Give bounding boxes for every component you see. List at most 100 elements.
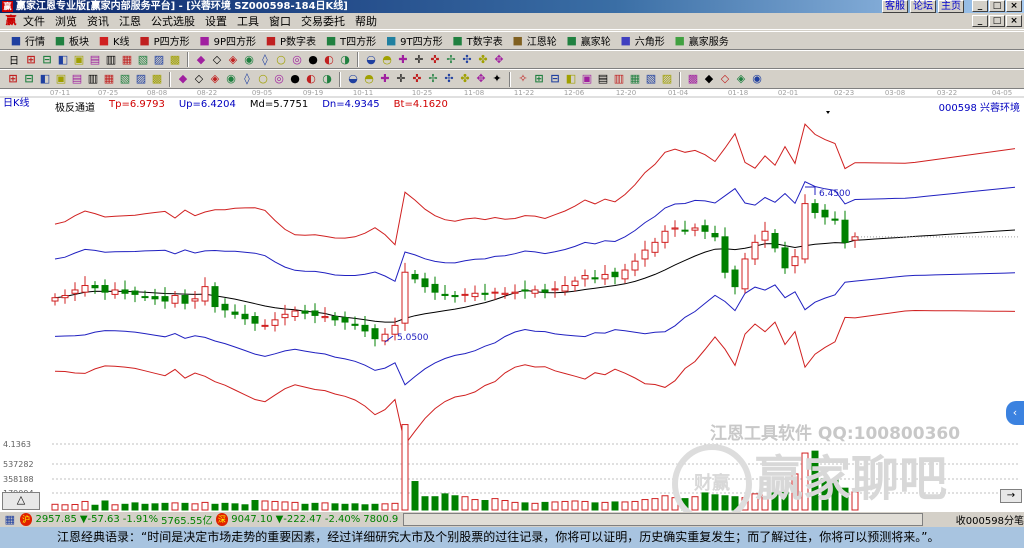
percent-icon[interactable]: ✧ bbox=[516, 72, 530, 86]
section-icon[interactable]: ✚ bbox=[396, 53, 410, 67]
arc-icon[interactable]: ▥ bbox=[86, 72, 100, 86]
gold-line-icon[interactable]: ◧ bbox=[38, 72, 52, 86]
fib-fan-icon[interactable]: ▧ bbox=[644, 72, 658, 86]
cycle-icon[interactable]: ◐ bbox=[304, 72, 318, 86]
fan3-icon[interactable]: ✦ bbox=[490, 72, 504, 86]
collapse-button[interactable]: △ bbox=[2, 492, 40, 510]
menu-window[interactable]: 窗口 bbox=[264, 13, 296, 29]
triangle-icon[interactable]: ▤ bbox=[596, 72, 610, 86]
gann-circle-icon[interactable]: ◇ bbox=[192, 72, 206, 86]
calendar-icon[interactable]: ✜ bbox=[428, 53, 442, 67]
rect-icon[interactable]: ◑ bbox=[320, 72, 334, 86]
fan2-icon[interactable]: ◒ bbox=[346, 72, 360, 86]
weight-icon[interactable]: ▧ bbox=[136, 53, 150, 67]
grid3-icon[interactable]: ✣ bbox=[442, 72, 456, 86]
toolbar-button-p-number-table[interactable]: ■ P数字表 bbox=[261, 33, 319, 49]
fib-icon[interactable]: ◎ bbox=[272, 72, 286, 86]
toolbar-button-gann-wheel[interactable]: ■ 江恩轮 bbox=[508, 33, 560, 49]
diamond-left-icon[interactable]: ○ bbox=[274, 53, 288, 67]
toolbar-button-winner-wheel[interactable]: ■ 赢家轮 bbox=[562, 33, 614, 49]
diamond-zoom-out-icon[interactable]: ◐ bbox=[322, 53, 336, 67]
angle-line-icon[interactable]: ✛ bbox=[394, 72, 408, 86]
menu-trade[interactable]: 交易委托 bbox=[296, 13, 350, 29]
diamond-down-icon[interactable]: ◊ bbox=[258, 53, 272, 67]
menu-file[interactable]: 文件 bbox=[18, 13, 50, 29]
report-icon[interactable]: ✣ bbox=[460, 53, 474, 67]
self-select-icon[interactable]: ◧ bbox=[56, 53, 70, 67]
dropdown-icon[interactable]: ▦ bbox=[120, 53, 134, 67]
hand-icon[interactable]: ◑ bbox=[338, 53, 352, 67]
angle-fan-icon[interactable]: ▦ bbox=[628, 72, 642, 86]
indicator2-icon[interactable]: ▤ bbox=[88, 53, 102, 67]
wave2-icon[interactable]: ✜ bbox=[410, 72, 424, 86]
fan-icon[interactable]: ○ bbox=[256, 72, 270, 86]
compass-icon[interactable]: ✛ bbox=[412, 53, 426, 67]
n2-icon[interactable]: ▩ bbox=[150, 72, 164, 86]
fan4-icon[interactable]: ▨ bbox=[660, 72, 674, 86]
percent-line-icon[interactable]: ⊞ bbox=[532, 72, 546, 86]
toolbar-button-9t-square[interactable]: ■ 9T四方形 bbox=[381, 33, 445, 49]
home-link[interactable]: 主页 bbox=[938, 0, 964, 13]
service-link[interactable]: 客服 bbox=[882, 0, 908, 13]
diamond-zoom-in-icon[interactable]: ● bbox=[306, 53, 320, 67]
menu-formula[interactable]: 公式选股 bbox=[146, 13, 200, 29]
child-close-button[interactable]: × bbox=[1006, 15, 1022, 27]
menu-settings[interactable]: 设置 bbox=[200, 13, 232, 29]
gold-line2-icon[interactable]: ▣ bbox=[54, 72, 68, 86]
calculator-icon[interactable]: ✢ bbox=[444, 53, 458, 67]
prev-icon[interactable]: ◇ bbox=[210, 53, 224, 67]
crosshair-icon[interactable]: ◒ bbox=[364, 53, 378, 67]
star-icon[interactable]: ◈ bbox=[208, 72, 222, 86]
side-panel-tab[interactable]: ‹ bbox=[1006, 401, 1024, 425]
menu-browse[interactable]: 浏览 bbox=[50, 13, 82, 29]
table-icon[interactable]: ✥ bbox=[474, 72, 488, 86]
speed-icon[interactable]: ▣ bbox=[580, 72, 594, 86]
diamond-up-icon[interactable]: ◉ bbox=[242, 53, 256, 67]
horizontal-scrollbar[interactable] bbox=[403, 513, 923, 526]
truck-icon[interactable]: ✥ bbox=[492, 53, 506, 67]
gold-bar-icon[interactable]: ▥ bbox=[612, 72, 626, 86]
last-icon[interactable]: ◆ bbox=[194, 53, 208, 67]
parallel-icon[interactable]: ⊟ bbox=[22, 72, 36, 86]
pen-icon[interactable]: ⊞ bbox=[6, 72, 20, 86]
toolbar-button-kline[interactable]: ■ K线 bbox=[94, 33, 133, 49]
stamp-icon[interactable]: ▦ bbox=[102, 72, 116, 86]
child-minimize-button[interactable]: _ bbox=[972, 15, 988, 27]
toolbar-button-t-square[interactable]: ■ T四方形 bbox=[321, 33, 379, 49]
grid-lines-icon[interactable]: ▨ bbox=[134, 72, 148, 86]
forum-link[interactable]: 论坛 bbox=[910, 0, 936, 13]
dropdown-icon[interactable]: ⊞ bbox=[24, 53, 38, 67]
next-icon[interactable]: ◈ bbox=[226, 53, 240, 67]
square-fan2-icon[interactable]: ✚ bbox=[378, 72, 392, 86]
yin-yang-icon[interactable]: ◈ bbox=[734, 72, 748, 86]
reverse-icon[interactable]: ▩ bbox=[686, 72, 700, 86]
infinity-icon[interactable]: ◉ bbox=[750, 72, 764, 86]
toolbar-button-t-number-table[interactable]: ■ T数字表 bbox=[448, 33, 506, 49]
menu-help[interactable]: 帮助 bbox=[350, 13, 382, 29]
grid-icon[interactable]: ● bbox=[288, 72, 302, 86]
toolbar-button-p-square[interactable]: ■ P四方形 bbox=[135, 33, 193, 49]
toolbar-button-quote-grid[interactable]: ■ 行情 bbox=[6, 33, 48, 49]
circle-icon[interactable]: ▧ bbox=[118, 72, 132, 86]
fork-icon[interactable]: ▤ bbox=[70, 72, 84, 86]
scroll-right-button[interactable]: → bbox=[1000, 489, 1022, 503]
toolbar-button-service[interactable]: ■ 赢家服务 bbox=[670, 33, 732, 49]
fan5-icon[interactable]: ◆ bbox=[702, 72, 716, 86]
calculator-icon[interactable]: ▦ bbox=[3, 513, 17, 527]
app-menu-icon[interactable]: 赢 bbox=[4, 14, 18, 28]
toolbar-button-9p-square[interactable]: ■ 9P四方形 bbox=[195, 33, 259, 49]
toolbar-button-hexagon[interactable]: ■ 六角形 bbox=[616, 33, 668, 49]
cursor-icon[interactable]: ▥ bbox=[104, 53, 118, 67]
menu-gann[interactable]: 江恩 bbox=[114, 13, 146, 29]
wave-icon[interactable]: ◊ bbox=[240, 72, 254, 86]
draw-line-icon[interactable]: ◓ bbox=[380, 53, 394, 67]
square-fan-icon[interactable]: ◓ bbox=[362, 72, 376, 86]
save-icon[interactable]: ✤ bbox=[476, 53, 490, 67]
gold-line3-icon[interactable]: ◧ bbox=[564, 72, 578, 86]
menu-news[interactable]: 资讯 bbox=[82, 13, 114, 29]
indicator-icon[interactable]: ▣ bbox=[72, 53, 86, 67]
angle-icon[interactable]: ◆ bbox=[176, 72, 190, 86]
first-icon[interactable]: ▩ bbox=[168, 53, 182, 67]
gold-coin-icon[interactable]: ⊟ bbox=[548, 72, 562, 86]
diamond-right-icon[interactable]: ◎ bbox=[290, 53, 304, 67]
